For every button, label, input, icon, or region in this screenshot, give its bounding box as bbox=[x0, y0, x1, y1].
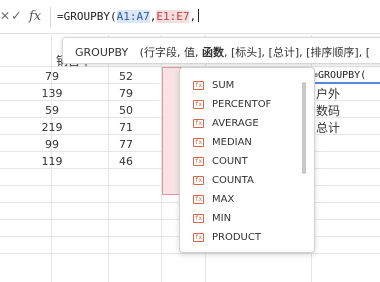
insert-function-button[interactable]: fx bbox=[29, 9, 41, 24]
result-cell[interactable]: 总计 bbox=[316, 119, 340, 136]
data-cell[interactable]: 79 bbox=[96, 87, 156, 100]
function-icon: fx bbox=[193, 119, 204, 128]
autocomplete-item-counta[interactable]: fx COUNTA bbox=[180, 171, 300, 190]
autocomplete-item-label: MIN bbox=[212, 213, 232, 224]
function-icon: fx bbox=[193, 100, 204, 109]
data-cell[interactable]: 71 bbox=[96, 121, 156, 134]
data-cell[interactable]: 99 bbox=[22, 138, 82, 151]
tooltip-optional-args: , [标头], [总计], [排序顺序], [ bbox=[223, 46, 370, 59]
autocomplete-item-label: PERCENTOF bbox=[212, 99, 272, 110]
tooltip-arg-row-fields: 行字段 bbox=[143, 46, 177, 59]
function-icon: fx bbox=[193, 157, 204, 166]
autocomplete-item-sum[interactable]: fx SUM bbox=[180, 76, 300, 95]
data-cell[interactable]: 77 bbox=[96, 138, 156, 151]
autocomplete-item-max[interactable]: fx MAX bbox=[180, 190, 300, 209]
autocomplete-item-min[interactable]: fx MIN bbox=[180, 209, 300, 228]
formula-bar: ✕ ✓ fx =GROUPBY(A1:A7,E1:E7, bbox=[0, 0, 380, 34]
data-cell[interactable]: 52 bbox=[96, 70, 156, 83]
function-icon: fx bbox=[193, 81, 204, 90]
result-cell[interactable]: 数码 bbox=[316, 102, 340, 119]
tooltip-arg-function-current: 函数 bbox=[201, 46, 224, 59]
formula-input[interactable]: =GROUPBY(A1:A7,E1:E7, bbox=[57, 9, 200, 23]
function-icon: fx bbox=[193, 233, 204, 242]
data-cell[interactable]: 46 bbox=[96, 155, 156, 168]
function-signature-tooltip: GROUPBY (行字段, 值, 函数, [标头], [总计], [排序顺序],… bbox=[62, 37, 380, 64]
gridline bbox=[0, 253, 380, 254]
autocomplete-item-label: PRODUCT bbox=[212, 232, 261, 243]
formula-comma-2: , bbox=[189, 10, 197, 23]
autocomplete-item-label: COUNTA bbox=[212, 175, 254, 186]
range-ref-2: E1:E7 bbox=[156, 10, 190, 23]
autocomplete-item-percentof[interactable]: fx PERCENTOF bbox=[180, 95, 300, 114]
autocomplete-item-product[interactable]: fx PRODUCT bbox=[180, 228, 300, 247]
formula-prefix: =GROUPBY( bbox=[57, 10, 117, 23]
tooltip-arg-values: 值 bbox=[183, 46, 195, 59]
autocomplete-item-average[interactable]: fx AVERAGE bbox=[180, 114, 300, 133]
autocomplete-item-label: SUM bbox=[212, 80, 235, 91]
range-ref-1: A1:A7 bbox=[116, 10, 150, 23]
autocomplete-item-label: COUNT bbox=[212, 156, 248, 167]
function-autocomplete-list[interactable]: fx SUM fx PERCENTOF fx AVERAGE fx MEDIAN fx C… bbox=[179, 67, 315, 253]
tooltip-open: ( bbox=[136, 46, 144, 59]
function-icon: fx bbox=[193, 138, 204, 147]
divider bbox=[50, 7, 51, 27]
tooltip-function-name: GROUPBY bbox=[75, 46, 129, 59]
cancel-icon[interactable]: ✕ bbox=[0, 9, 10, 23]
autocomplete-scrollbar[interactable] bbox=[302, 82, 306, 174]
data-cell[interactable]: 59 bbox=[22, 104, 82, 117]
data-cell[interactable]: 79 bbox=[22, 70, 82, 83]
autocomplete-item-count[interactable]: fx COUNT bbox=[180, 152, 300, 171]
confirm-icon[interactable]: ✓ bbox=[11, 9, 22, 24]
function-icon: fx bbox=[193, 195, 204, 204]
active-formula-cell[interactable]: =GROUPBY( bbox=[312, 70, 380, 84]
function-icon: fx bbox=[193, 176, 204, 185]
tooltip-sep: , bbox=[176, 46, 184, 59]
function-icon: fx bbox=[193, 214, 204, 223]
data-cell[interactable]: 50 bbox=[96, 104, 156, 117]
autocomplete-item-median[interactable]: fx MEDIAN bbox=[180, 133, 300, 152]
text-cursor bbox=[198, 9, 200, 22]
tooltip-sep: , bbox=[194, 46, 202, 59]
autocomplete-item-label: MAX bbox=[212, 194, 235, 205]
data-cell[interactable]: 219 bbox=[22, 121, 82, 134]
autocomplete-item-label: AVERAGE bbox=[212, 118, 259, 129]
result-cell[interactable]: 户外 bbox=[316, 85, 340, 102]
data-cell[interactable]: 139 bbox=[22, 87, 82, 100]
data-cell[interactable]: 119 bbox=[22, 155, 82, 168]
autocomplete-item-label: MEDIAN bbox=[212, 137, 252, 148]
